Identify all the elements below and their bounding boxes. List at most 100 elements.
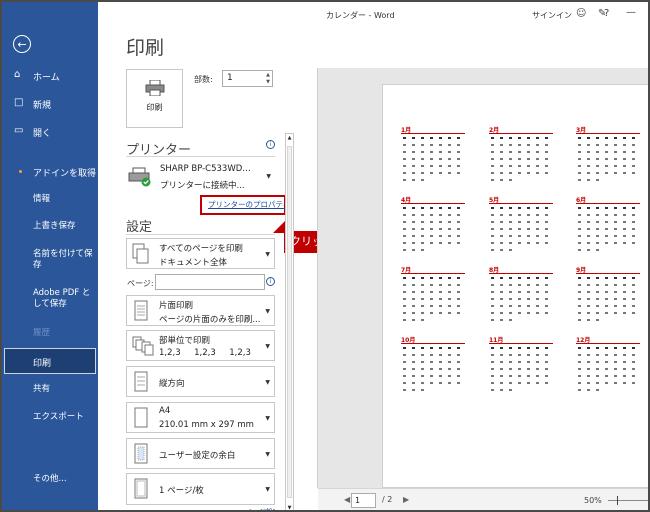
day-cell	[596, 228, 599, 230]
day-cell	[412, 214, 415, 216]
preview-footer: ◀ 1 / 2 ▶ 50%	[318, 488, 648, 510]
day-cell	[448, 137, 451, 139]
info-icon[interactable]: i	[266, 277, 275, 286]
day-cell	[623, 165, 626, 167]
day-cell	[448, 165, 451, 167]
day-cell	[412, 249, 415, 251]
day-cell	[578, 382, 581, 384]
day-cell	[457, 207, 460, 209]
back-arrow-icon[interactable]: ←	[13, 35, 31, 53]
day-cell	[412, 144, 415, 146]
day-cell	[578, 312, 581, 314]
day-cell	[500, 172, 503, 174]
info-icon[interactable]: i	[266, 140, 275, 149]
help-button[interactable]: ?	[604, 8, 609, 19]
sidebar-item-more[interactable]: その他...	[33, 474, 95, 485]
day-cell	[421, 214, 424, 216]
sidebar-item-share[interactable]: 共有	[33, 384, 95, 395]
day-cell	[500, 158, 503, 160]
printer-properties-link[interactable]: プリンターのプロパティ	[200, 195, 290, 215]
day-cell	[439, 277, 442, 279]
day-cell	[439, 284, 442, 286]
sidebar-item-export[interactable]: エクスポート	[33, 412, 95, 423]
prev-page-icon[interactable]: ◀	[344, 495, 350, 504]
day-cell	[578, 151, 581, 153]
sidebar-item-info[interactable]: 情報	[33, 194, 95, 205]
month-rule	[489, 203, 553, 204]
pages-input[interactable]	[155, 274, 265, 290]
spin-up-icon[interactable]: ▲	[266, 72, 270, 78]
scroll-thumb[interactable]	[287, 146, 292, 498]
pages-per-sheet-dropdown[interactable]: 1 ページ/枚 ▼	[126, 473, 275, 505]
day-cell	[545, 375, 548, 377]
sign-in-link[interactable]: サインイン	[532, 10, 572, 21]
day-cell	[596, 151, 599, 153]
sidebar-item-save-as-pdf[interactable]: Adobe PDF として保存	[33, 288, 95, 310]
page-setup-link[interactable]: ページ設定	[245, 507, 275, 510]
day-cell	[412, 319, 415, 321]
day-cell	[587, 228, 590, 230]
copies-spinner[interactable]: 1 ▲ ▼	[222, 70, 273, 87]
day-grid	[576, 136, 640, 184]
day-cell	[605, 151, 608, 153]
day-cell	[439, 172, 442, 174]
zoom-slider-thumb[interactable]	[617, 496, 618, 505]
zoom-slider[interactable]	[608, 500, 648, 501]
day-cell	[421, 305, 424, 307]
day-cell	[605, 235, 608, 237]
notification-dot	[19, 170, 22, 173]
title-bar: カレンダー - Word サインイン ☺ ✎ ? —	[98, 2, 648, 30]
day-cell	[632, 242, 635, 244]
collate-icon	[132, 336, 154, 356]
scroll-down-icon[interactable]: ▼	[286, 505, 293, 510]
collate-dropdown[interactable]: 部単位で印刷 1,2,3 1,2,3 1,2,3 ▼	[126, 330, 275, 361]
day-cell	[605, 144, 608, 146]
day-cell	[403, 158, 406, 160]
day-cell	[536, 207, 539, 209]
day-cell	[614, 382, 617, 384]
day-cell	[403, 137, 406, 139]
day-cell	[439, 382, 442, 384]
day-cell	[587, 151, 590, 153]
print-button[interactable]: 印刷	[126, 69, 183, 128]
paper-size-dropdown[interactable]: A4 210.01 mm x 297 mm ▼	[126, 402, 275, 433]
chevron-down-icon: ▼	[266, 173, 271, 180]
sidebar-item-print[interactable]: 印刷	[4, 348, 96, 374]
day-cell	[421, 354, 424, 356]
day-cell	[587, 368, 590, 370]
day-cell	[491, 179, 494, 181]
print-range-dropdown[interactable]: すべてのページを印刷 ドキュメント全体 ▼	[126, 238, 275, 269]
orientation-dropdown[interactable]: 縦方向 ▼	[126, 366, 275, 397]
day-cell	[491, 137, 494, 139]
sidebar-item-save-as[interactable]: 名前を付けて保存	[33, 249, 95, 271]
day-cell	[457, 347, 460, 349]
day-cell	[623, 221, 626, 223]
page-number-input[interactable]: 1	[351, 493, 376, 508]
day-cell	[632, 214, 635, 216]
day-cell	[518, 312, 521, 314]
chevron-down-icon: ▼	[265, 251, 270, 258]
margins-dropdown[interactable]: ユーザー設定の余白 ▼	[126, 438, 275, 469]
day-cell	[596, 305, 599, 307]
day-cell	[578, 354, 581, 356]
day-cell	[457, 361, 460, 363]
day-cell	[491, 291, 494, 293]
day-cell	[527, 207, 530, 209]
pages-label: ページ:	[127, 279, 154, 288]
sidebar-item-save[interactable]: 上書き保存	[33, 221, 95, 232]
month-rule	[489, 273, 553, 274]
spin-down-icon[interactable]: ▼	[266, 79, 270, 85]
printer-dropdown[interactable]: SHARP BP-C533WD… プリンターに接続中... ▼	[126, 162, 275, 194]
day-cell	[500, 165, 503, 167]
day-cell	[518, 137, 521, 139]
day-cell	[518, 368, 521, 370]
settings-scrollbar[interactable]: ▲ ▼	[285, 133, 294, 510]
day-cell	[457, 312, 460, 314]
print-sides-dropdown[interactable]: 片面印刷 ページの片面のみを印刷... ▼	[126, 295, 275, 326]
day-cell	[545, 354, 548, 356]
day-cell	[596, 312, 599, 314]
next-page-icon[interactable]: ▶	[403, 495, 409, 504]
scroll-up-icon[interactable]: ▲	[286, 135, 293, 141]
person-icon[interactable]: ☺	[576, 8, 586, 19]
minimize-button[interactable]: —	[626, 7, 636, 18]
